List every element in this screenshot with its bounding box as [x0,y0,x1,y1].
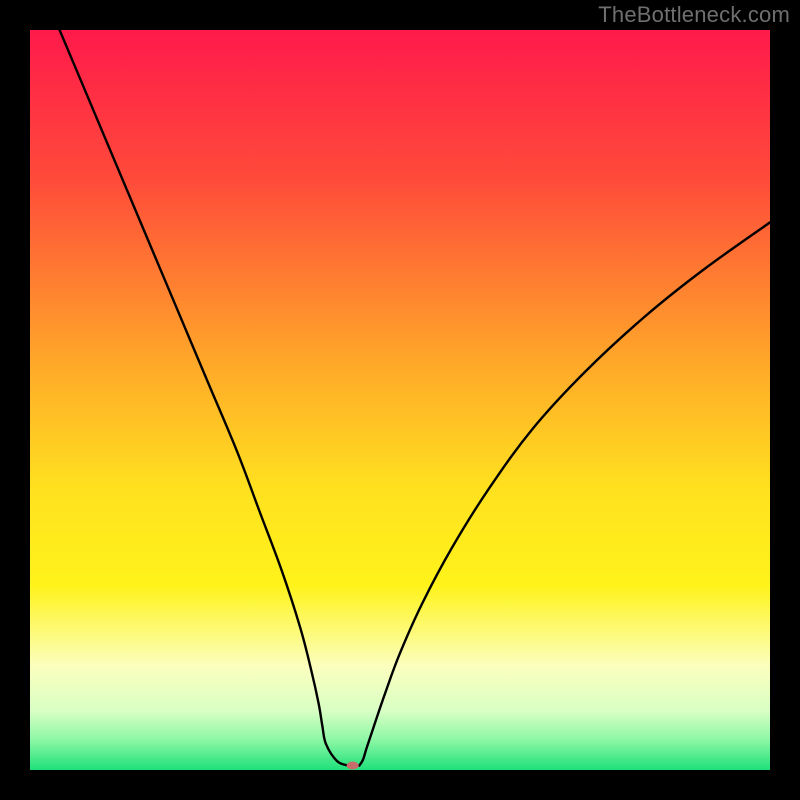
optimal-point-marker [347,762,359,770]
watermark-text: TheBottleneck.com [598,2,790,28]
plot-area [30,30,770,770]
gradient-background [30,30,770,770]
chart-frame: TheBottleneck.com [0,0,800,800]
bottleneck-curve-chart [30,30,770,770]
